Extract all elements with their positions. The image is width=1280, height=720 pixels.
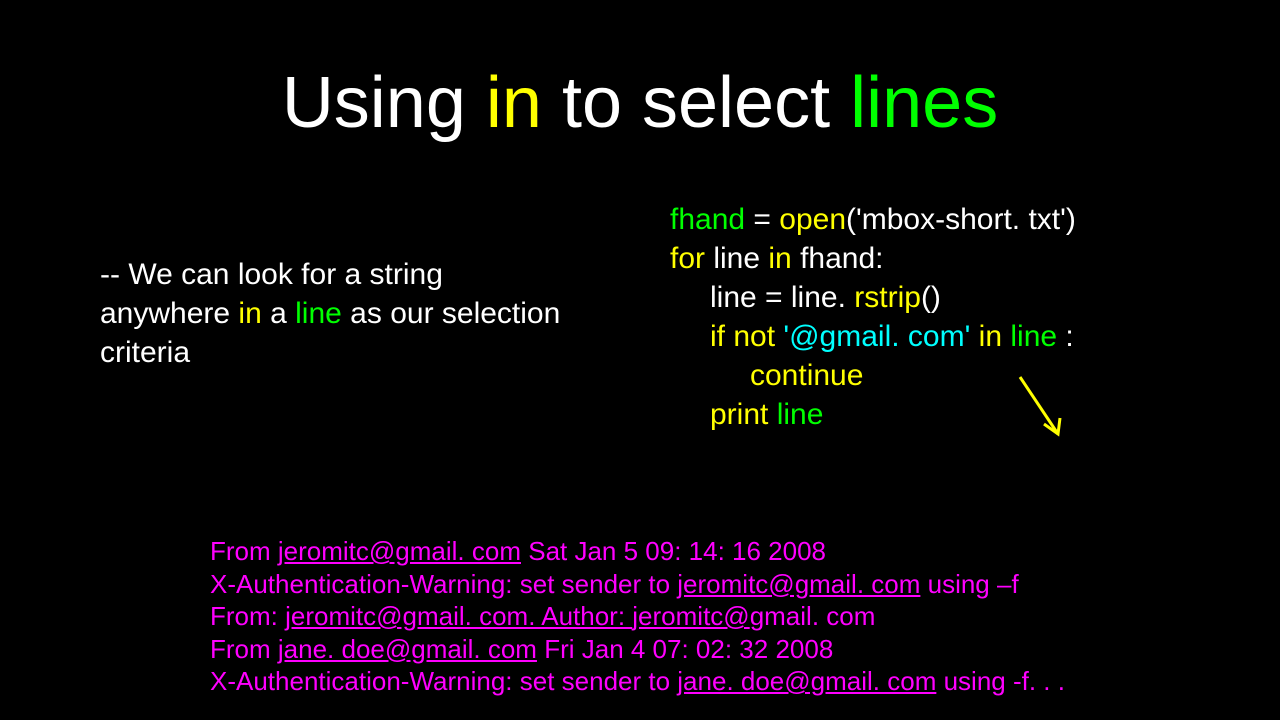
out3a: From: <box>210 601 285 631</box>
code-line-var: line <box>705 242 768 275</box>
title-part-to-select: to select <box>542 63 850 143</box>
out4c: Fri Jan 4 07: 02: 32 2008 <box>537 634 833 664</box>
output-line-4: From jane. doe@gmail. com Fri Jan 4 07: … <box>210 633 1065 666</box>
out5b: jane. doe@gmail. com <box>677 666 936 696</box>
out1c: Sat Jan 5 09: 14: 16 2008 <box>521 536 826 566</box>
title-part-using: Using <box>282 63 486 143</box>
bullet-line: line <box>295 297 342 330</box>
bullet-in: in <box>238 297 261 330</box>
title-part-lines: lines <box>850 63 998 143</box>
code-colon: : <box>1057 320 1074 353</box>
code-fhand-colon: fhand: <box>792 242 884 275</box>
code-print-line: line <box>768 398 823 431</box>
output-block: From jeromitc@gmail. com Sat Jan 5 09: 1… <box>210 535 1065 698</box>
code-line-6: print line <box>670 395 1076 434</box>
out3d: gmail. com <box>750 601 876 631</box>
bullet-mid: a <box>262 297 295 330</box>
out1a: From <box>210 536 278 566</box>
title-part-in: in <box>486 63 542 143</box>
code-parens: () <box>921 281 941 314</box>
code-continue: continue <box>750 359 863 392</box>
out2a: X-Authentication-Warning: set sender to <box>210 569 677 599</box>
slide-title: Using in to select lines <box>0 62 1280 144</box>
code-in: in <box>768 242 791 275</box>
code-line-3: line = line. rstrip() <box>670 278 1076 317</box>
code-block: fhand = open('mbox-short. txt') for line… <box>670 200 1076 434</box>
code-line-2: for line in fhand: <box>670 239 1076 278</box>
code-line-1: fhand = open('mbox-short. txt') <box>670 200 1076 239</box>
out1b: jeromitc@gmail. com <box>278 536 521 566</box>
code-eq: = <box>745 203 779 236</box>
code-print: print <box>710 398 768 431</box>
code-open: open <box>779 203 846 236</box>
out5c: using -f. . . <box>936 666 1065 696</box>
out3c: jeromitc@ <box>632 601 749 631</box>
code-fhand: fhand <box>670 203 745 236</box>
output-line-1: From jeromitc@gmail. com Sat Jan 5 09: 1… <box>210 535 1065 568</box>
output-line-2: X-Authentication-Warning: set sender to … <box>210 568 1065 601</box>
code-line-4: if not '@gmail. com' in line : <box>670 317 1076 356</box>
slide: Using in to select lines -- We can look … <box>0 0 1280 720</box>
bullet-text: -- We can look for a string anywhere in … <box>100 255 570 372</box>
out4a: From <box>210 634 278 664</box>
code-open-arg: ('mbox-short. txt') <box>846 203 1076 236</box>
code-gmail-string: '@gmail. com' <box>783 320 970 353</box>
out4b: jane. doe@gmail. com <box>278 634 537 664</box>
output-line-5: X-Authentication-Warning: set sender to … <box>210 665 1065 698</box>
out2c: using –f <box>920 569 1018 599</box>
code-for: for <box>670 242 705 275</box>
out3b: jeromitc@gmail. com. Author: <box>285 601 632 631</box>
code-line-assign: line = line. <box>710 281 854 314</box>
code-if-not: if not <box>710 320 783 353</box>
code-in-kw: in <box>970 320 1010 353</box>
code-line-id: line <box>1010 320 1057 353</box>
out2b: jeromitc@gmail. com <box>677 569 920 599</box>
output-line-3: From: jeromitc@gmail. com. Author: jerom… <box>210 600 1065 633</box>
out5a: X-Authentication-Warning: set sender to <box>210 666 677 696</box>
code-line-5: continue <box>670 356 1076 395</box>
code-rstrip: rstrip <box>854 281 921 314</box>
